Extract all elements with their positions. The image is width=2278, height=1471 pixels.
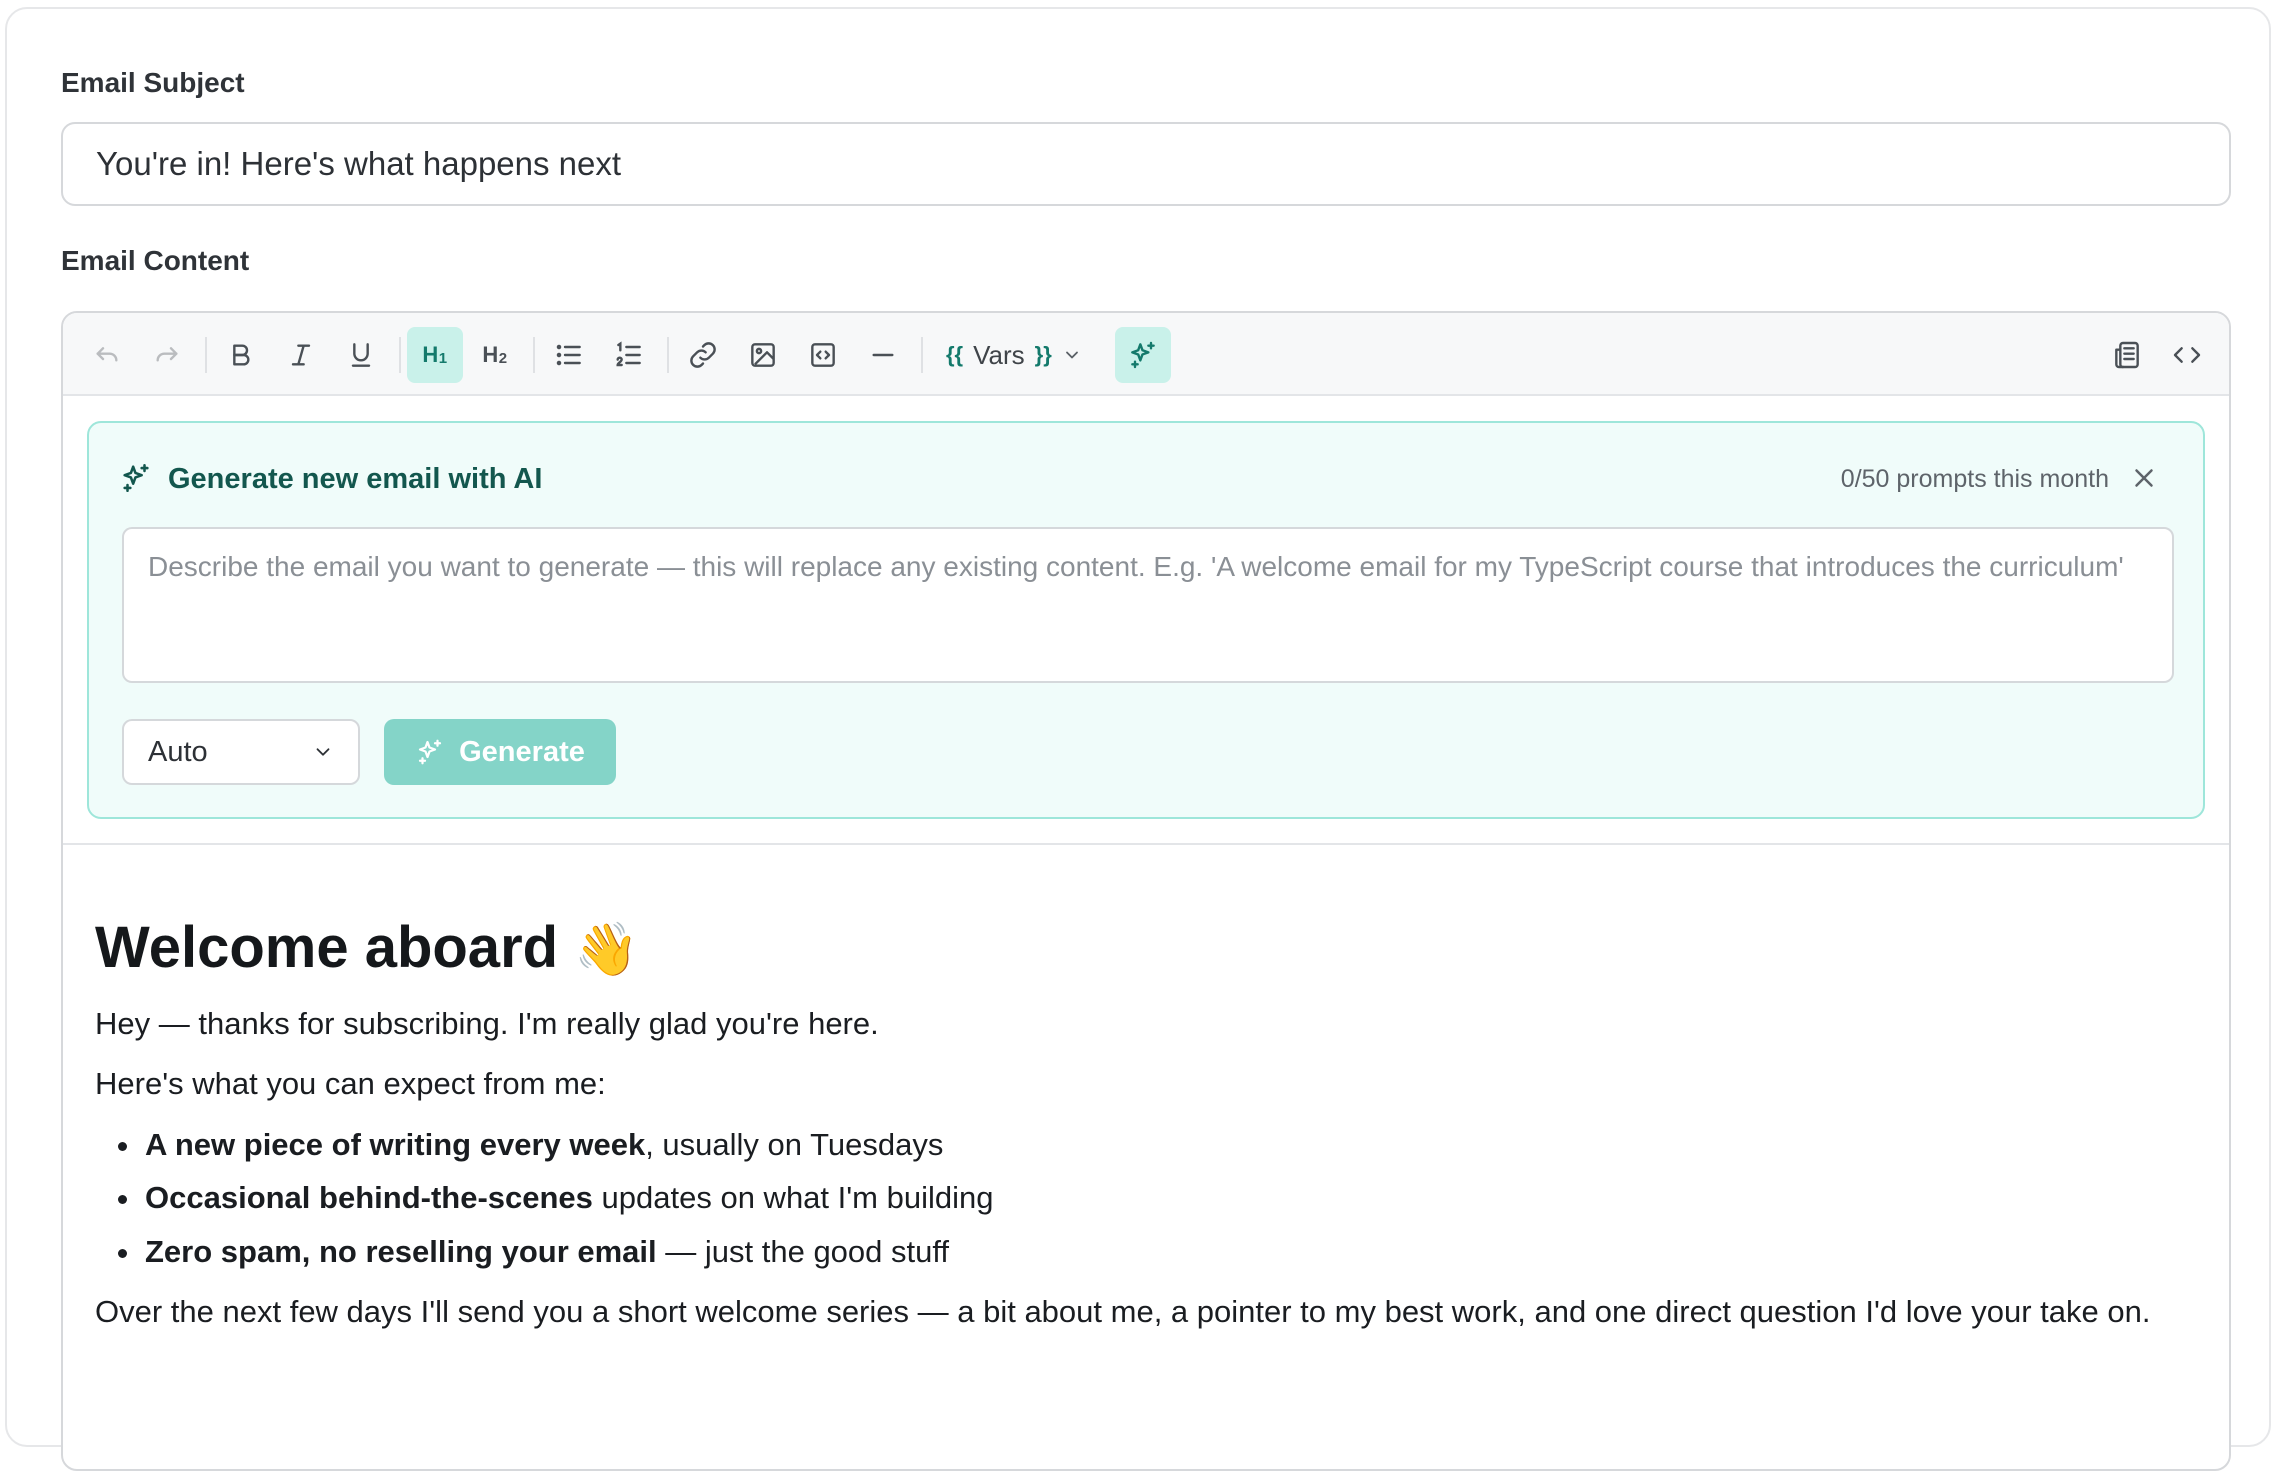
ai-prompt-input[interactable] (122, 527, 2174, 683)
sparkles-icon (1131, 341, 1155, 369)
source-code-button[interactable] (2159, 327, 2215, 383)
code-icon (2173, 347, 2201, 363)
email-subject-label: Email Subject (61, 67, 245, 98)
email-editor-card: Email Subject Email Content H1 (5, 7, 2271, 1471)
list-item-text: , usually on Tuesdays (645, 1126, 944, 1162)
list-item-bold: A new piece of writing every week (145, 1126, 646, 1162)
heading-1-button[interactable]: H1 (407, 327, 463, 383)
generate-button-label: Generate (459, 735, 585, 768)
list-item: A new piece of writing every week, usual… (143, 1122, 2205, 1169)
list-item-text: updates on what I'm building (592, 1180, 994, 1216)
email-expect: Here's what you can expect from me: (95, 1066, 606, 1102)
link-icon (690, 342, 716, 368)
heading-1-level: 1 (438, 350, 448, 367)
bold-button[interactable] (213, 327, 269, 383)
email-bullet-list: A new piece of writing every week, usual… (143, 1122, 2205, 1276)
sparkles-icon (419, 739, 442, 765)
email-content-label: Email Content (61, 245, 250, 276)
list-item: Occasional behind-the-scenes updates on … (143, 1175, 2205, 1222)
toolbar-separator (667, 337, 669, 373)
email-intro: Hey — thanks for subscribing. I'm really… (95, 1005, 879, 1041)
waving-hand-emoji: 👋 (574, 921, 639, 979)
vars-open-brace: {{ (946, 342, 964, 367)
email-body[interactable]: Welcome aboard 👋 Hey — thanks for subscr… (95, 913, 2205, 1350)
ai-generate-panel: Generate new email with AI 0/50 prompts … (87, 421, 2205, 819)
content-divider (63, 843, 2229, 845)
redo-button[interactable] (139, 327, 195, 383)
heading-2-label: H2 (482, 342, 507, 368)
vars-label: Vars (973, 339, 1025, 370)
vars-close-brace: }} (1034, 342, 1052, 367)
code-block-icon (811, 343, 835, 367)
redo-icon (156, 347, 178, 362)
variables-dropdown[interactable]: {{ Vars }} (936, 327, 1092, 383)
embed-button[interactable] (795, 327, 851, 383)
heading-1-letter: H (422, 342, 439, 367)
toolbar-separator (205, 337, 207, 373)
italic-icon (291, 344, 311, 366)
preview-button[interactable] (2099, 327, 2155, 383)
close-icon[interactable] (2129, 463, 2159, 493)
ai-mode-value: Auto (148, 735, 208, 768)
generate-button[interactable]: Generate (384, 719, 616, 785)
underline-button[interactable] (333, 327, 389, 383)
ordered-list-icon (616, 341, 641, 367)
list-item: Zero spam, no reselling your email — jus… (143, 1229, 2205, 1276)
ordered-list-button[interactable] (601, 327, 657, 383)
bullet-list-button[interactable] (541, 327, 597, 383)
ai-panel-title: Generate new email with AI (168, 463, 543, 495)
email-subject-input[interactable] (61, 122, 2231, 206)
ai-generate-toggle[interactable] (1115, 327, 1171, 383)
image-icon (751, 343, 775, 367)
heading-2-button[interactable]: H2 (467, 327, 523, 383)
chevron-down-icon (1065, 351, 1078, 359)
chevron-down-icon (316, 748, 330, 756)
link-button[interactable] (675, 327, 731, 383)
list-item-bold: Occasional behind-the-scenes (145, 1180, 593, 1216)
bold-icon (233, 344, 250, 366)
toolbar-separator (399, 337, 401, 373)
ai-mode-select[interactable]: Auto (122, 719, 360, 785)
heading-2-letter: H (482, 342, 499, 367)
toolbar-separator (921, 337, 923, 373)
heading-1-label: H1 (422, 342, 447, 368)
prompt-usage-count: 0/50 prompts this month (1840, 465, 2109, 493)
image-button[interactable] (735, 327, 791, 383)
horizontal-rule-icon (872, 353, 894, 357)
email-heading-text: Welcome aboard (95, 915, 559, 980)
email-closing: Over the next few days I'll send you a s… (95, 1294, 2151, 1330)
toolbar-separator (533, 337, 535, 373)
bullet-list-icon (556, 344, 581, 366)
undo-icon (96, 347, 118, 362)
rich-text-editor: H1 H2 {{Vars}} Generate new email with… (61, 311, 2231, 1471)
newspaper-icon (2115, 341, 2139, 369)
email-heading: Welcome aboard 👋 (95, 913, 2205, 983)
horizontal-rule-button[interactable] (855, 327, 911, 383)
heading-2-level: 2 (498, 350, 508, 367)
underline-icon (351, 343, 371, 367)
italic-button[interactable] (273, 327, 329, 383)
undo-button[interactable] (79, 327, 135, 383)
list-item-bold: Zero spam, no reselling your email (145, 1233, 657, 1269)
list-item-text: — just the good stuff (656, 1233, 950, 1269)
sparkles-icon (123, 463, 149, 493)
editor-toolbar: H1 H2 {{Vars}} (63, 313, 2229, 396)
